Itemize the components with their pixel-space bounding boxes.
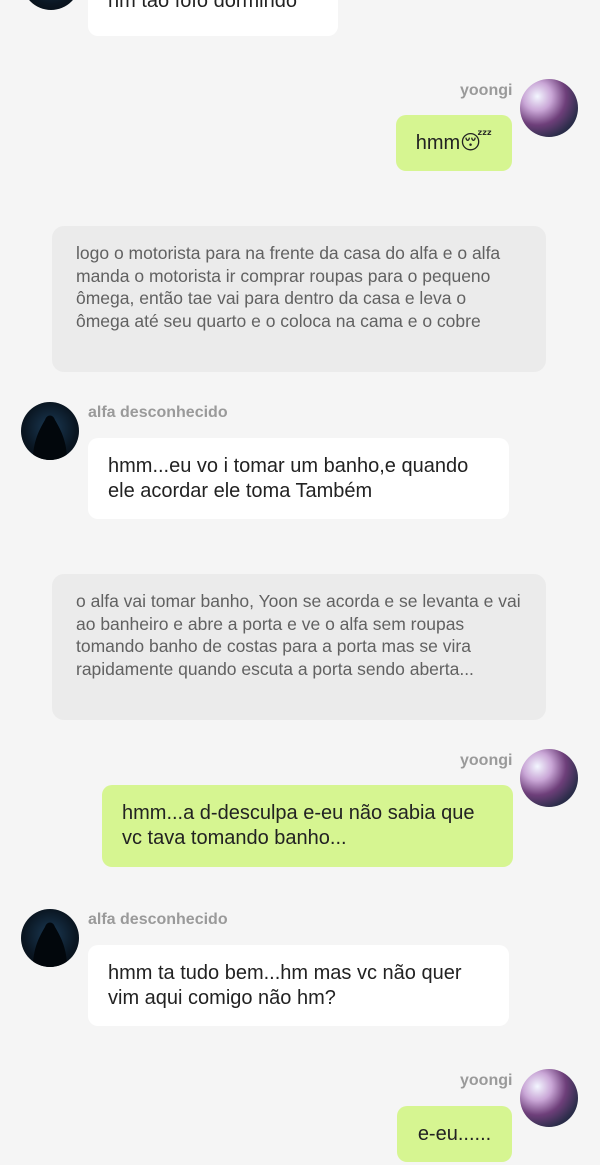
avatar[interactable] <box>22 0 80 10</box>
message-bubble: hmm ta tudo bem...hm mas vc não quer vim… <box>88 945 509 1026</box>
sender-name: yoongi <box>460 1072 513 1089</box>
message-text: hm tão fofo dormindo <box>108 0 297 12</box>
narration-box: logo o motorista para na frente da casa … <box>52 226 546 372</box>
hooded-figure-icon <box>33 415 67 460</box>
avatar[interactable] <box>520 1069 578 1127</box>
narration-text: logo o motorista para na frente da casa … <box>76 243 501 331</box>
message-text: hmm ta tudo bem...hm mas vc não quer vim… <box>108 962 462 1009</box>
message-bubble: hmm...a d-desculpa e-eu não sabia que vc… <box>102 785 513 867</box>
avatar[interactable] <box>21 909 79 967</box>
message-bubble: e-eu...... <box>397 1106 512 1162</box>
avatar[interactable] <box>520 749 578 807</box>
message-text: hmm...a d-desculpa e-eu não sabia que vc… <box>122 802 475 849</box>
narration-text: o alfa vai tomar banho, Yoon se acorda e… <box>76 591 521 679</box>
message-bubble: hm tão fofo dormindo <box>88 0 338 36</box>
hooded-figure-icon <box>33 922 67 967</box>
narration-box: o alfa vai tomar banho, Yoon se acorda e… <box>52 574 546 720</box>
message-text: e-eu...... <box>417 1123 492 1145</box>
message-bubble: hmm...eu vo i tomar um banho,e quando el… <box>88 438 509 519</box>
message-text: hmm...eu vo i tomar um banho,e quando el… <box>108 455 469 502</box>
avatar[interactable] <box>520 79 578 137</box>
sender-name: alfa desconhecido <box>88 404 228 421</box>
avatar[interactable] <box>21 402 79 460</box>
message-bubble: hmm😴 <box>396 115 512 171</box>
sender-name: yoongi <box>460 752 513 769</box>
sender-name: yoongi <box>460 82 513 99</box>
sender-name: alfa desconhecido <box>88 911 228 928</box>
message-text: hmm😴 <box>415 132 493 154</box>
